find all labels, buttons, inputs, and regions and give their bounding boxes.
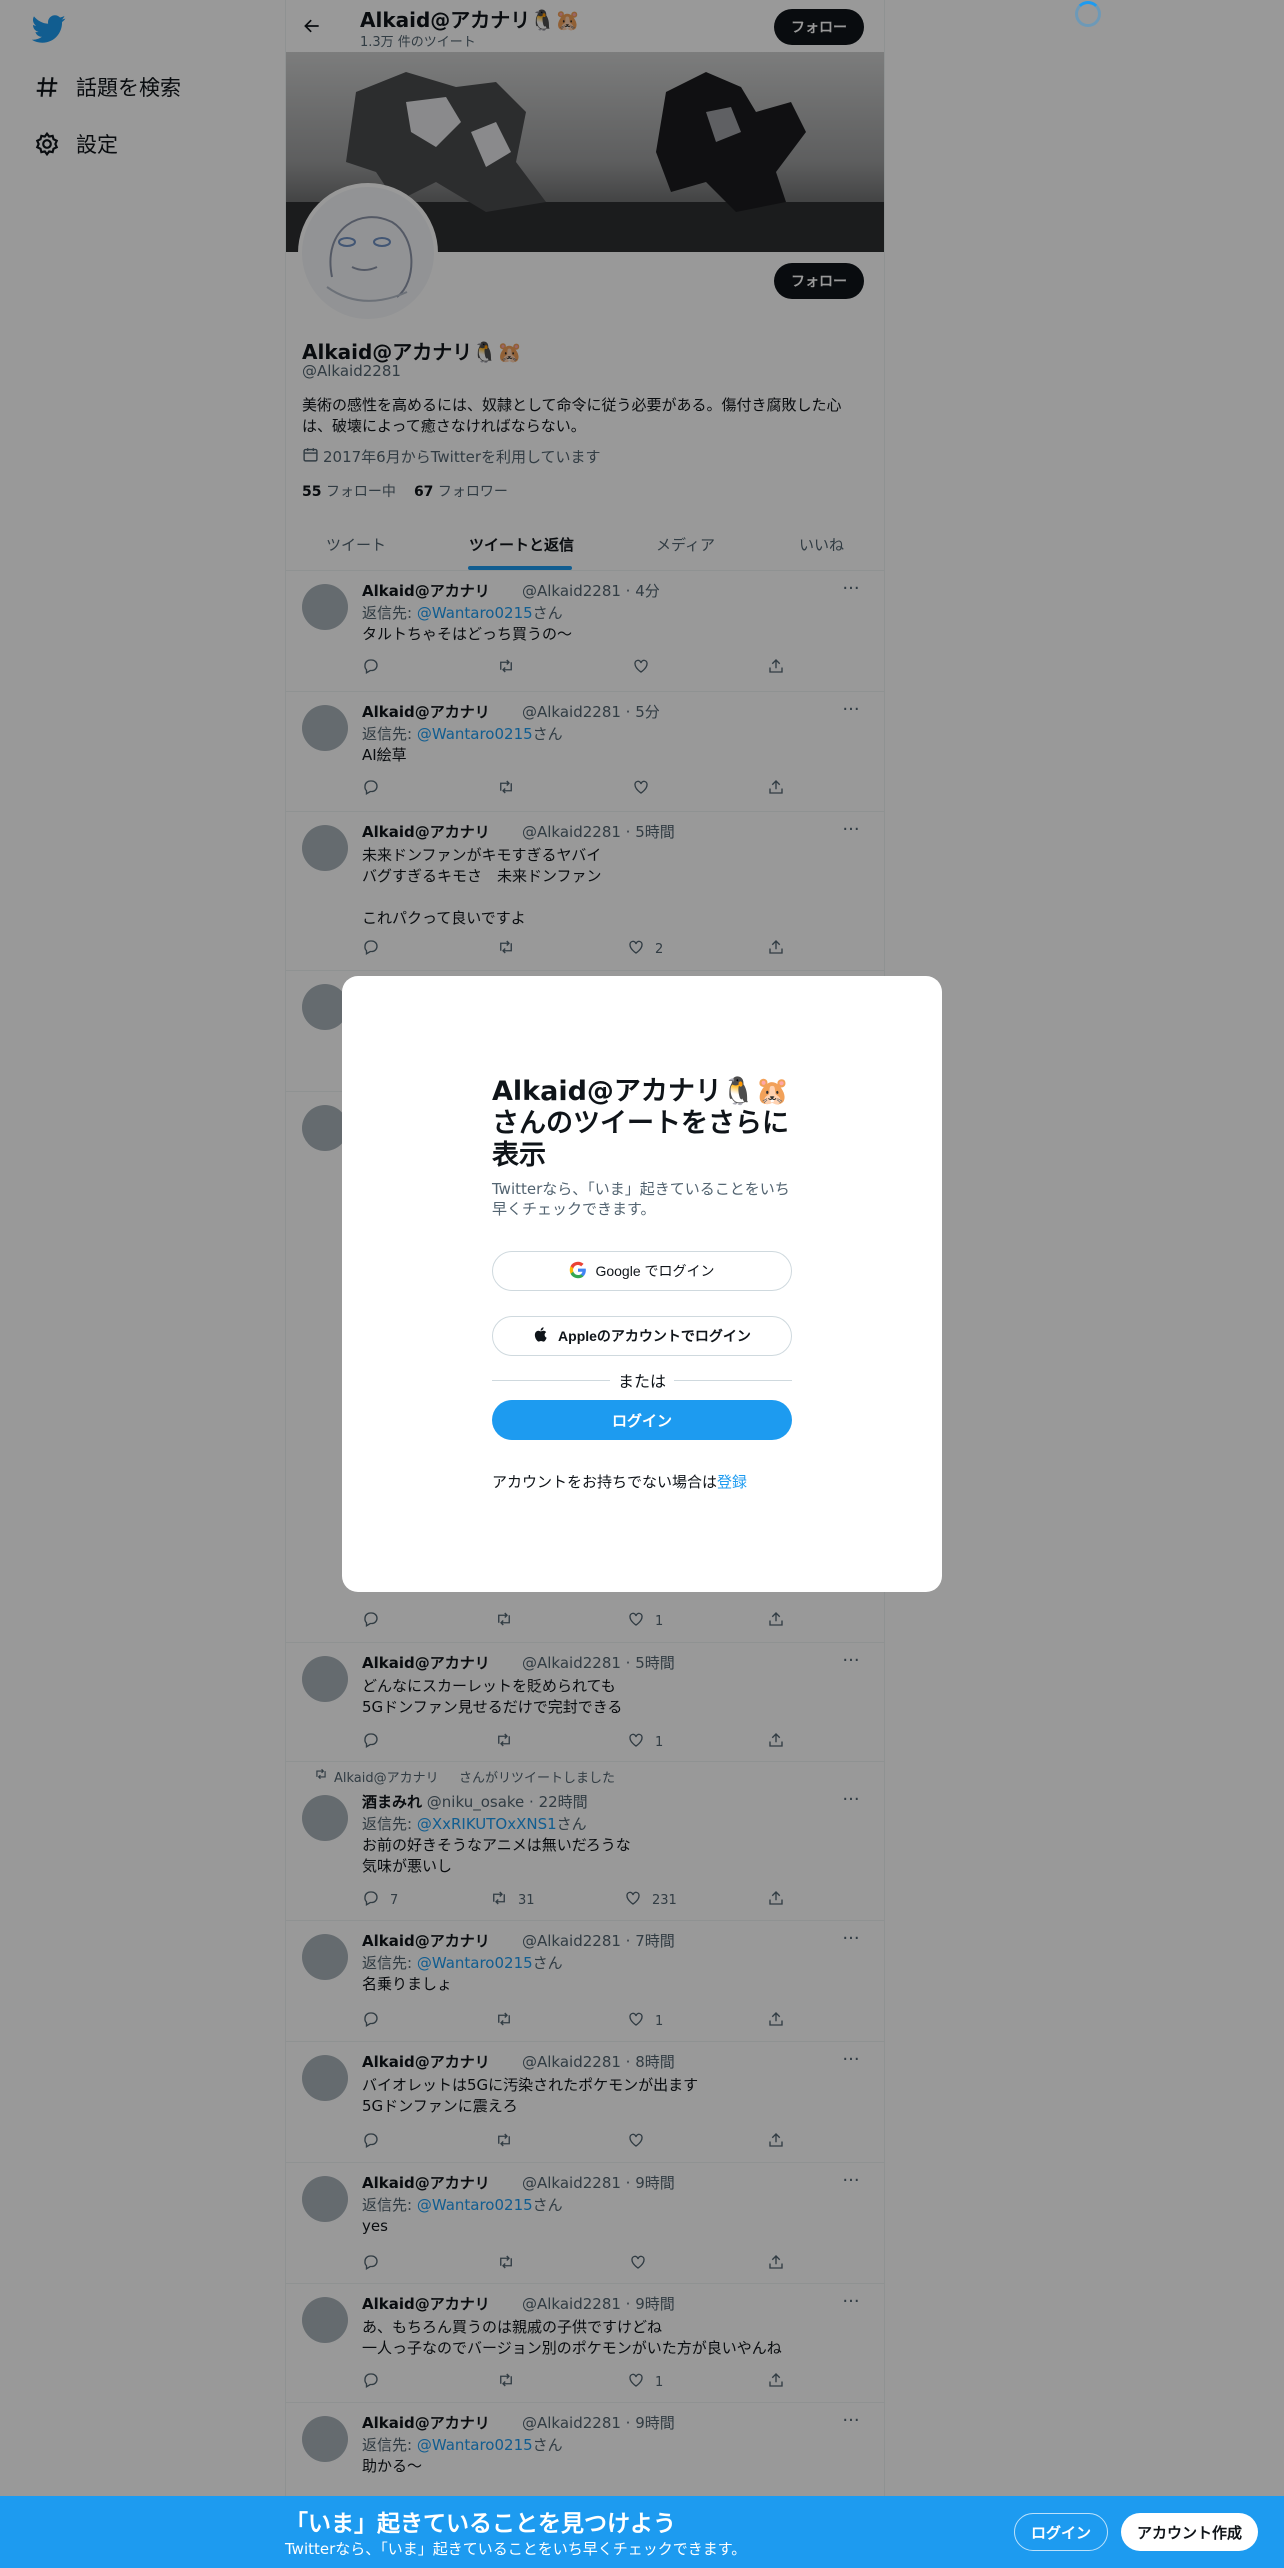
login-prompt-modal: Alkaid@アカナリ🐧🐹さんのツイートをさらに表示 Twitterなら、「いま…	[342, 976, 942, 1592]
or-label: または	[618, 1372, 667, 1391]
login-button[interactable]: ログイン	[492, 1400, 792, 1440]
apple-login-label: Appleのアカウントでログイン	[558, 1328, 751, 1344]
loading-spinner-icon	[1075, 1, 1101, 27]
or-divider: または	[492, 1368, 793, 1392]
signup-prompt-text: アカウントをお持ちでない場合は	[492, 1473, 718, 1491]
google-g-icon	[569, 1261, 587, 1282]
google-login-button[interactable]: Google でログイン	[492, 1251, 792, 1291]
bottom-signup-bar: 「いま」起きていることを見つけよう Twitterなら、「いま」起きていることを…	[0, 2496, 1284, 2568]
modal-title: Alkaid@アカナリ🐧🐹さんのツイートをさらに表示	[492, 1076, 790, 1171]
apple-logo-icon	[533, 1326, 550, 1346]
bottom-signup-button[interactable]: アカウント作成	[1121, 2513, 1259, 2551]
google-login-label: Google でログイン	[595, 1263, 715, 1279]
bottom-login-button[interactable]: ログイン	[1014, 2513, 1109, 2551]
bottom-bar-title: 「いま」起きていることを見つけよう	[285, 2511, 676, 2537]
bottom-bar-subtitle: Twitterなら、「いま」起きていることをいち早くチェックできます。	[285, 2540, 747, 2558]
signup-link[interactable]: 登録	[717, 1473, 747, 1491]
signup-prompt: アカウントをお持ちでない場合は登録	[492, 1471, 747, 1492]
modal-subtitle: Twitterなら、「いま」起きていることをいち早くチェックできます。	[492, 1180, 790, 1218]
apple-login-button[interactable]: Appleのアカウントでログイン	[492, 1316, 792, 1356]
